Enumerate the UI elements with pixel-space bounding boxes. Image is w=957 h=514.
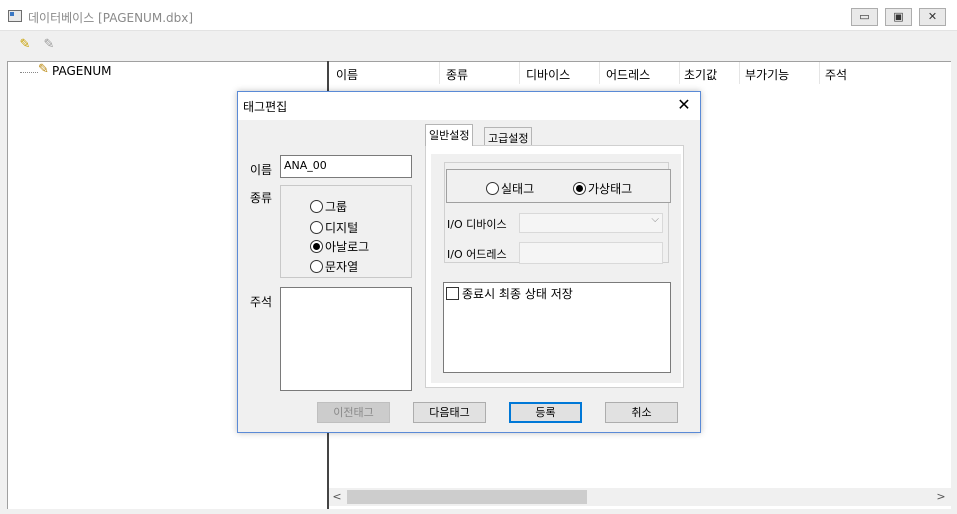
- horizontal-scrollbar[interactable]: < >: [329, 488, 951, 506]
- real-tag-label: 실태그: [501, 182, 535, 196]
- type-option-digital[interactable]: 디지털: [310, 219, 358, 236]
- options-box: 종료시 최종 상태 저장: [443, 282, 671, 373]
- next-tag-button[interactable]: 다음태그: [413, 402, 486, 423]
- prev-tag-button[interactable]: 이전태그: [317, 402, 390, 423]
- tree-connector: [20, 72, 38, 73]
- radio-real-tag[interactable]: [486, 182, 499, 195]
- virtual-tag-label: 가상태그: [588, 182, 633, 196]
- type-option-group-label: 그룹: [325, 200, 348, 214]
- maximize-button[interactable]: ▣: [885, 8, 912, 26]
- app-icon: [8, 10, 22, 22]
- type-group: 그룹 디지털 아날로그 문자열: [280, 185, 412, 278]
- tag-folder-icon: ✎: [38, 62, 49, 77]
- radio-digital[interactable]: [310, 221, 323, 234]
- io-address-label: I/O 어드레스: [447, 248, 507, 261]
- column-header-name[interactable]: 이름: [336, 66, 358, 83]
- dialog-title: 태그편집: [243, 100, 288, 114]
- type-option-string[interactable]: 문자열: [310, 258, 358, 275]
- radio-string[interactable]: [310, 260, 323, 273]
- save-on-exit-label: 종료시 최종 상태 저장: [462, 287, 573, 301]
- io-device-label: I/O 디바이스: [447, 218, 507, 231]
- minimize-button[interactable]: ▭: [851, 8, 878, 26]
- column-header-device[interactable]: 디바이스: [526, 66, 570, 83]
- radio-analog[interactable]: [310, 240, 323, 253]
- tab-advanced[interactable]: 고급설정: [484, 127, 533, 146]
- dialog-close-button[interactable]: ✕: [674, 95, 694, 115]
- type-label: 종류: [250, 191, 273, 205]
- scroll-right-arrow[interactable]: >: [933, 489, 949, 505]
- column-header-initial-value[interactable]: 초기값: [684, 66, 717, 83]
- general-settings-panel: 실태그 가상태그 I/O 디바이스 ⌵ I/O 어드레스 종료시 최종 상태 저…: [425, 145, 684, 388]
- toolbar: ✎ ✎: [0, 31, 957, 61]
- register-button[interactable]: 등록: [509, 402, 582, 423]
- type-option-analog[interactable]: 아날로그: [310, 238, 369, 255]
- name-input[interactable]: ANA_00: [280, 155, 412, 178]
- window-titlebar: 데이터베이스 [PAGENUM.dbx] ▭ ▣ ✕: [0, 0, 957, 31]
- type-option-analog-label: 아날로그: [325, 240, 370, 254]
- comment-label: 주석: [250, 295, 273, 309]
- tag-delete-icon[interactable]: ✎: [40, 37, 58, 53]
- tag-add-icon[interactable]: ✎: [16, 37, 34, 53]
- save-on-exit-checkbox[interactable]: [446, 287, 459, 300]
- chevron-down-icon: ⌵: [651, 214, 659, 225]
- type-option-string-label: 문자열: [325, 260, 359, 274]
- column-header-address[interactable]: 어드레스: [606, 66, 650, 83]
- close-button[interactable]: ✕: [919, 8, 946, 26]
- save-on-exit-option[interactable]: 종료시 최종 상태 저장: [446, 285, 573, 302]
- scroll-thumb[interactable]: [347, 490, 587, 504]
- tag-edit-dialog: 태그편집 ✕ 이름 ANA_00 종류 그룹 디지털 아날로그 문자열 주석 일…: [237, 91, 701, 433]
- scroll-left-arrow[interactable]: <: [329, 489, 345, 505]
- tag-mode-virtual[interactable]: 가상태그: [573, 180, 632, 197]
- radio-group[interactable]: [310, 200, 323, 213]
- column-header-type[interactable]: 종류: [446, 66, 468, 83]
- tab-general[interactable]: 일반설정: [425, 124, 474, 146]
- radio-virtual-tag[interactable]: [573, 182, 586, 195]
- dialog-titlebar: 태그편집 ✕: [238, 92, 700, 120]
- tag-mode-real[interactable]: 실태그: [486, 180, 534, 197]
- cancel-button[interactable]: 취소: [605, 402, 678, 423]
- type-option-digital-label: 디지털: [325, 221, 359, 235]
- column-header-comment[interactable]: 주석: [825, 66, 847, 83]
- tree-item-pagenum[interactable]: PAGENUM: [52, 64, 111, 78]
- name-label: 이름: [250, 163, 273, 177]
- comment-textarea[interactable]: [280, 287, 412, 391]
- io-device-combo[interactable]: ⌵: [519, 213, 663, 233]
- io-address-input[interactable]: [519, 242, 663, 264]
- window-title: 데이터베이스 [PAGENUM.dbx]: [28, 11, 194, 25]
- column-header-extra-function[interactable]: 부가기능: [745, 66, 789, 83]
- type-option-group[interactable]: 그룹: [310, 198, 347, 215]
- general-settings-content: 실태그 가상태그 I/O 디바이스 ⌵ I/O 어드레스 종료시 최종 상태 저…: [431, 154, 681, 383]
- tag-mode-group: 실태그 가상태그: [446, 169, 671, 203]
